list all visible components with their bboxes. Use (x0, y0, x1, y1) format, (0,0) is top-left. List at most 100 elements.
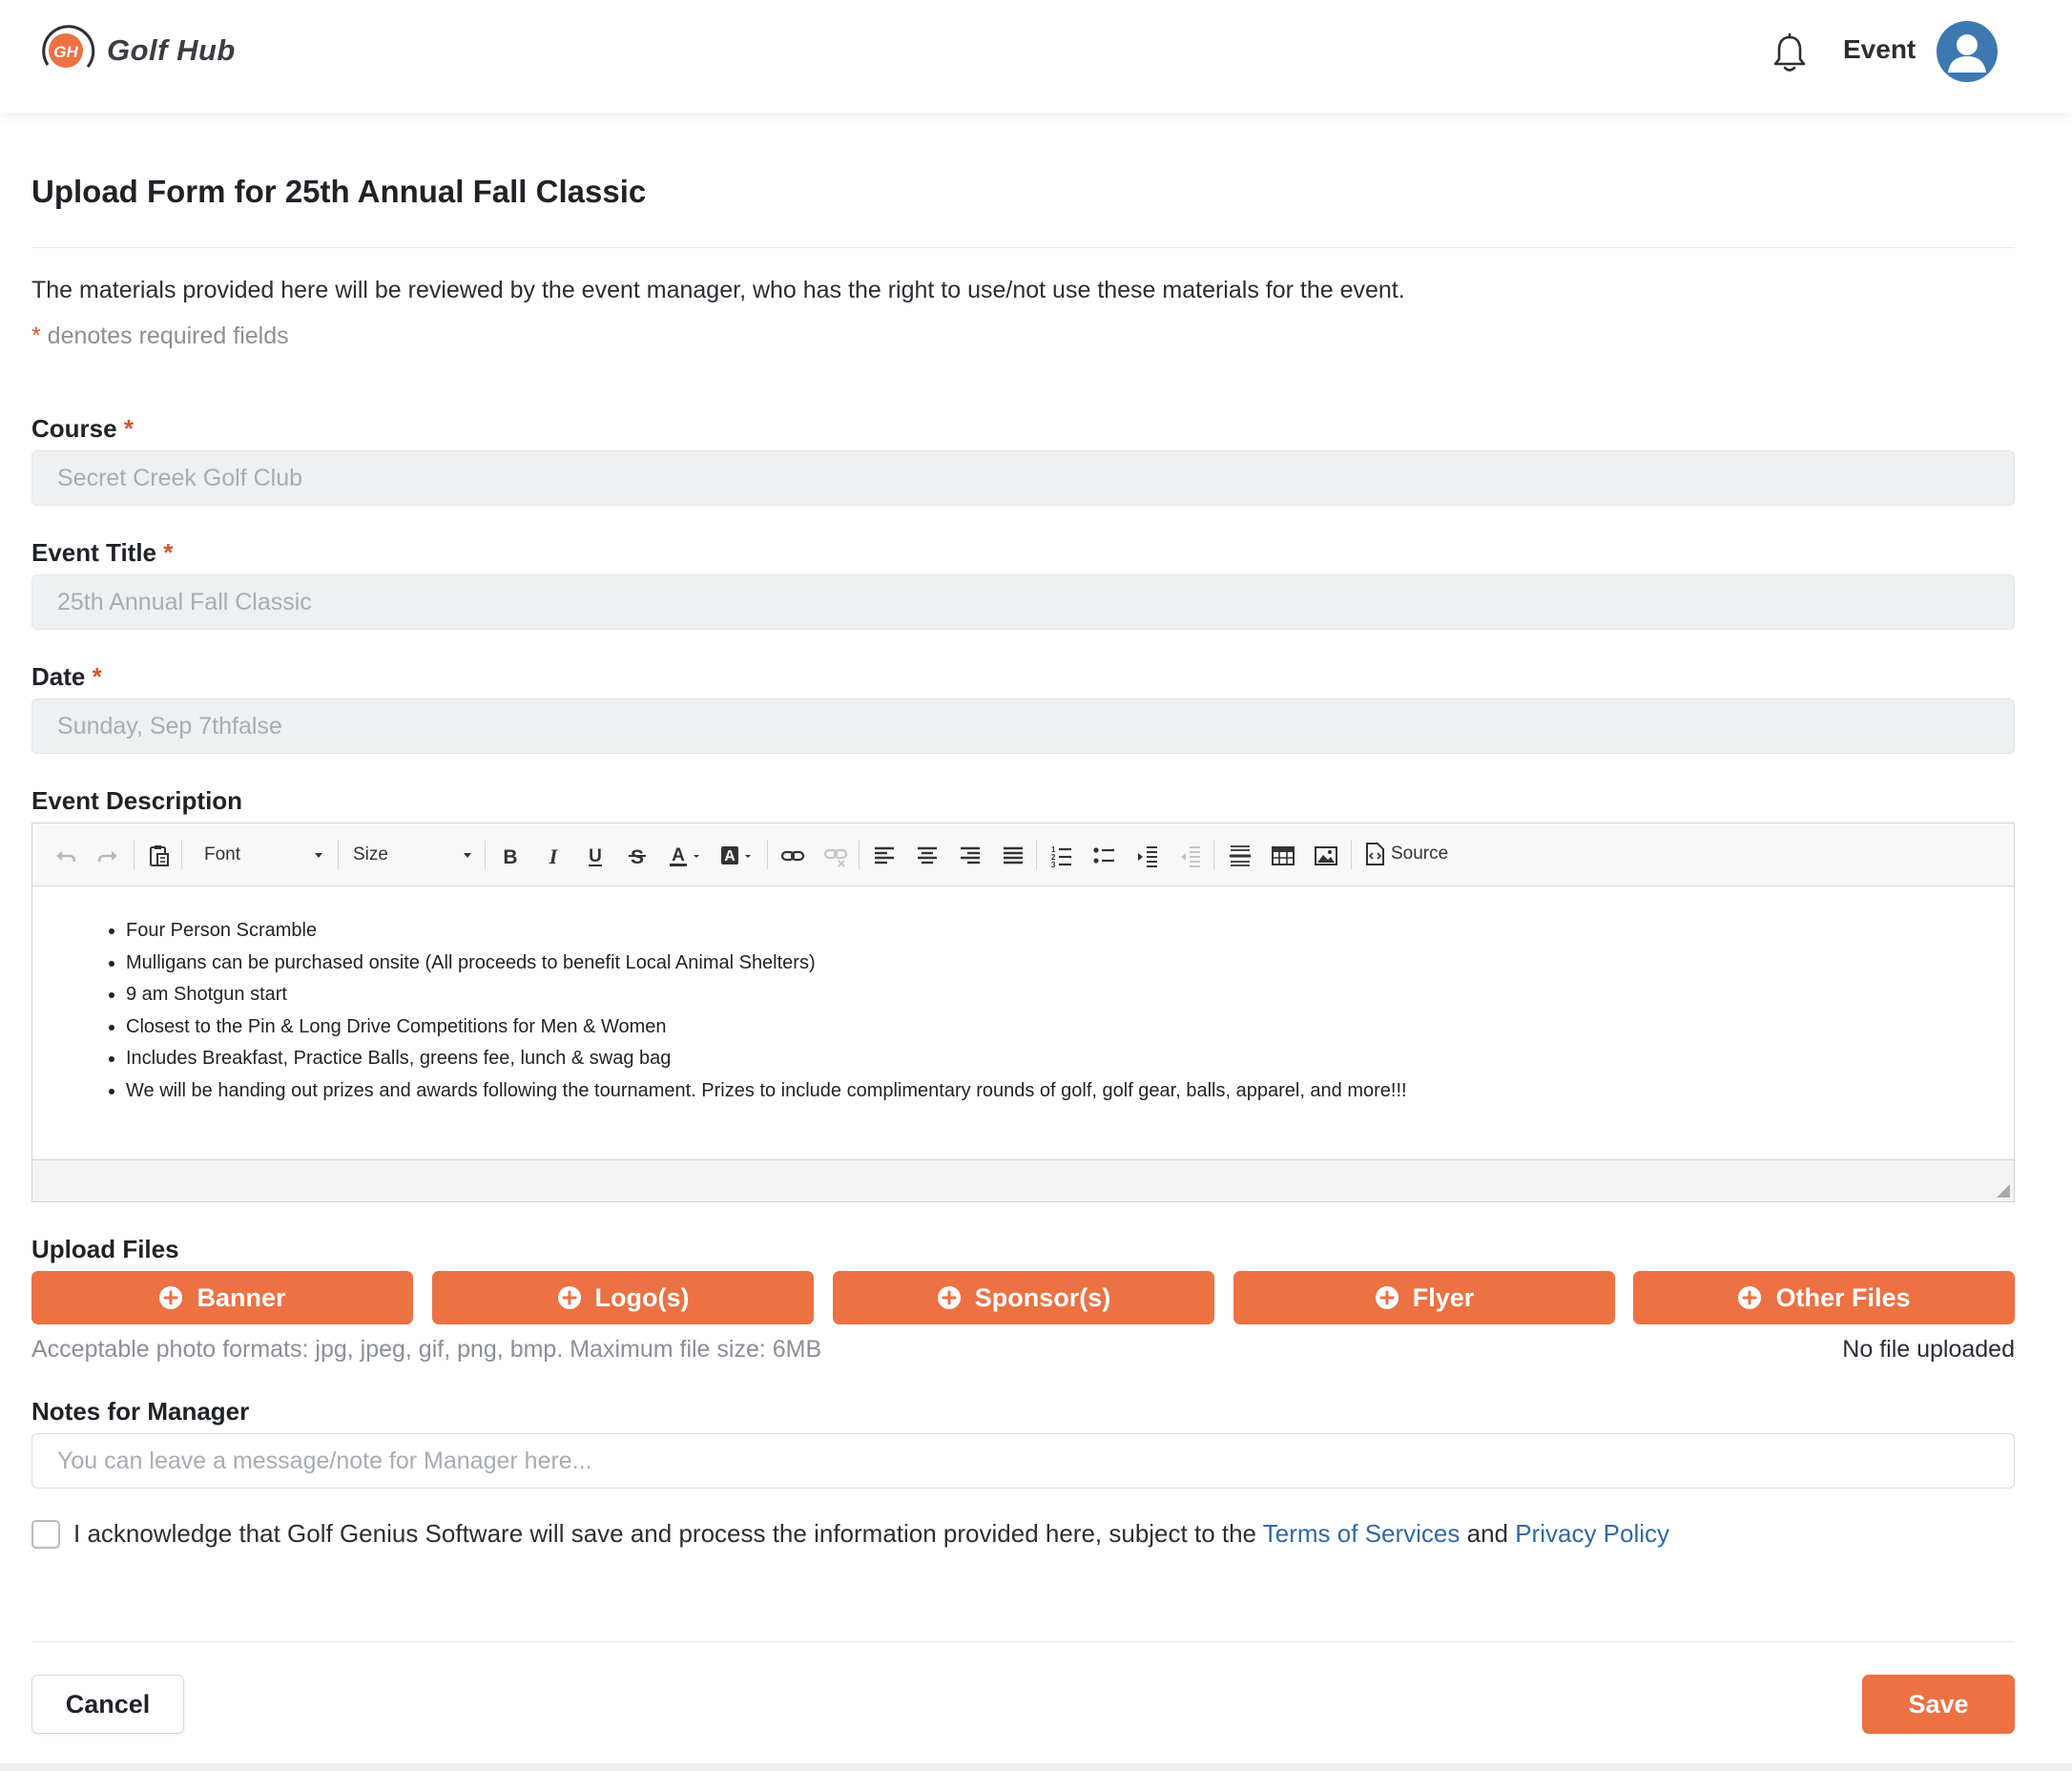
acknowledge-and: and (1460, 1519, 1516, 1548)
numbered-list-icon[interactable]: 123 (1049, 844, 1074, 868)
page-bottom-strip (0, 1763, 2072, 1771)
background-color-icon[interactable]: A (719, 844, 757, 868)
app-logo[interactable]: GH Golf Hub (38, 21, 236, 80)
description-item: Includes Breakfast, Practice Balls, gree… (126, 1043, 1407, 1075)
align-justify-icon[interactable] (1001, 844, 1026, 868)
acknowledge-checkbox[interactable] (31, 1519, 60, 1549)
course-label: Course * (31, 414, 134, 444)
toolbar-separator (134, 841, 135, 869)
golf-hub-logo-icon: GH (38, 21, 97, 80)
plus-circle-icon (937, 1286, 961, 1309)
font-dropdown[interactable]: Font (204, 837, 322, 873)
toolbar-separator (1351, 841, 1352, 869)
source-button[interactable]: Source (1364, 842, 1448, 866)
description-list: Four Person ScrambleMulligans can be pur… (126, 915, 1407, 1107)
italic-icon[interactable]: I (541, 844, 566, 868)
plus-circle-icon (1738, 1286, 1762, 1309)
toolbar-separator (338, 841, 339, 869)
bold-icon[interactable]: B (498, 844, 523, 868)
upload-button[interactable]: Flyer (1233, 1271, 1615, 1324)
outdent-icon[interactable] (1178, 844, 1203, 868)
svg-text:3: 3 (1051, 861, 1056, 868)
header-user-label[interactable]: Event (1843, 34, 1916, 65)
unlink-icon[interactable] (823, 844, 848, 868)
description-item: Closest to the Pin & Long Drive Competit… (126, 1011, 1407, 1044)
table-icon[interactable] (1271, 844, 1295, 868)
required-note: * denotes required fields (31, 323, 289, 350)
upload-button-label: Flyer (1412, 1282, 1475, 1312)
strikethrough-icon[interactable]: S (625, 844, 650, 868)
size-dropdown[interactable]: Size (353, 837, 471, 873)
size-dropdown-label: Size (353, 844, 388, 865)
chevron-down-icon (315, 853, 322, 858)
event-title-field[interactable]: 25th Annual Fall Classic (31, 574, 2015, 630)
notification-bell-icon[interactable] (1771, 32, 1809, 74)
course-label-text: Course (31, 414, 117, 443)
toolbar-separator (1036, 841, 1037, 869)
notes-input[interactable] (31, 1433, 2015, 1489)
date-label-text: Date (31, 662, 86, 691)
svg-text:B: B (503, 846, 517, 868)
image-icon[interactable] (1314, 844, 1338, 868)
svg-text:A: A (724, 848, 736, 865)
redo-icon[interactable] (95, 844, 120, 868)
upload-files-label: Upload Files (31, 1235, 179, 1263)
cancel-button[interactable]: Cancel (31, 1675, 184, 1734)
undo-icon[interactable] (53, 844, 78, 868)
top-header: GH Golf Hub Event (0, 0, 2072, 113)
align-right-icon[interactable] (958, 844, 983, 868)
editor-content-area[interactable]: Four Person ScrambleMulligans can be pur… (32, 886, 2014, 1159)
link-icon[interactable] (780, 844, 805, 868)
terms-link[interactable]: Terms of Services (1263, 1519, 1461, 1548)
upload-status: No file uploaded (1842, 1336, 2015, 1363)
bulleted-list-icon[interactable] (1092, 844, 1117, 868)
upload-button[interactable]: Logo(s) (432, 1271, 814, 1324)
toolbar-separator (767, 841, 768, 869)
upload-button-label: Other Files (1775, 1282, 1911, 1312)
upload-button-label: Banner (197, 1282, 286, 1312)
required-star: * (31, 323, 41, 349)
align-center-icon[interactable] (915, 844, 940, 868)
acknowledge-row: I acknowledge that Golf Genius Software … (31, 1519, 1669, 1549)
acknowledge-text: I acknowledge that Golf Genius Software … (73, 1519, 1669, 1549)
user-avatar-icon[interactable] (1937, 21, 1998, 82)
indent-icon[interactable] (1135, 844, 1160, 868)
date-label: Date * (31, 662, 102, 692)
privacy-link[interactable]: Privacy Policy (1515, 1519, 1669, 1548)
upload-button[interactable]: Other Files (1633, 1271, 2015, 1324)
save-button[interactable]: Save (1862, 1675, 2015, 1734)
editor-toolbar: Font Size B I U S A A 1 2 3 Source (32, 823, 2014, 886)
title-divider (31, 247, 2015, 248)
footer-divider (31, 1641, 2015, 1642)
rich-text-editor: Font Size B I U S A A 1 2 3 Source • Fou… (31, 823, 2015, 1202)
source-code-icon (1366, 843, 1384, 865)
svg-text:A: A (672, 845, 685, 865)
course-field[interactable]: Secret Creek Golf Club (31, 450, 2015, 506)
required-note-text: denotes required fields (40, 323, 289, 349)
toolbar-separator (485, 841, 486, 869)
toolbar-separator (1213, 841, 1214, 869)
svg-text:S: S (631, 846, 644, 868)
horizontal-rule-icon[interactable] (1228, 844, 1253, 868)
resize-handle-icon[interactable] (1995, 1182, 2010, 1198)
formats-note: Acceptable photo formats: jpg, jpeg, gif… (31, 1336, 822, 1363)
description-item: Four Person Scramble (126, 915, 1407, 948)
paste-icon[interactable] (147, 844, 172, 868)
upload-button[interactable]: Banner (31, 1271, 413, 1324)
page-title: Upload Form for 25th Annual Fall Classic (31, 174, 647, 209)
description-item: 9 am Shotgun start (126, 979, 1407, 1011)
align-left-icon[interactable] (872, 844, 897, 868)
upload-button[interactable]: Sponsor(s) (833, 1271, 1214, 1324)
svg-text:U: U (589, 846, 602, 866)
plus-circle-icon (557, 1286, 581, 1309)
svg-text:I: I (549, 844, 559, 868)
editor-status-bar (32, 1159, 2014, 1201)
text-color-icon[interactable]: A (668, 844, 706, 868)
app-name: Golf Hub (107, 33, 236, 67)
required-star: * (123, 414, 134, 443)
date-field[interactable]: Sunday, Sep 7thfalse (31, 698, 2015, 754)
event-description-label: Event Description (31, 786, 243, 815)
toolbar-separator (181, 841, 182, 869)
logo-initials: GH (53, 43, 78, 61)
underline-icon[interactable]: U (583, 844, 608, 868)
